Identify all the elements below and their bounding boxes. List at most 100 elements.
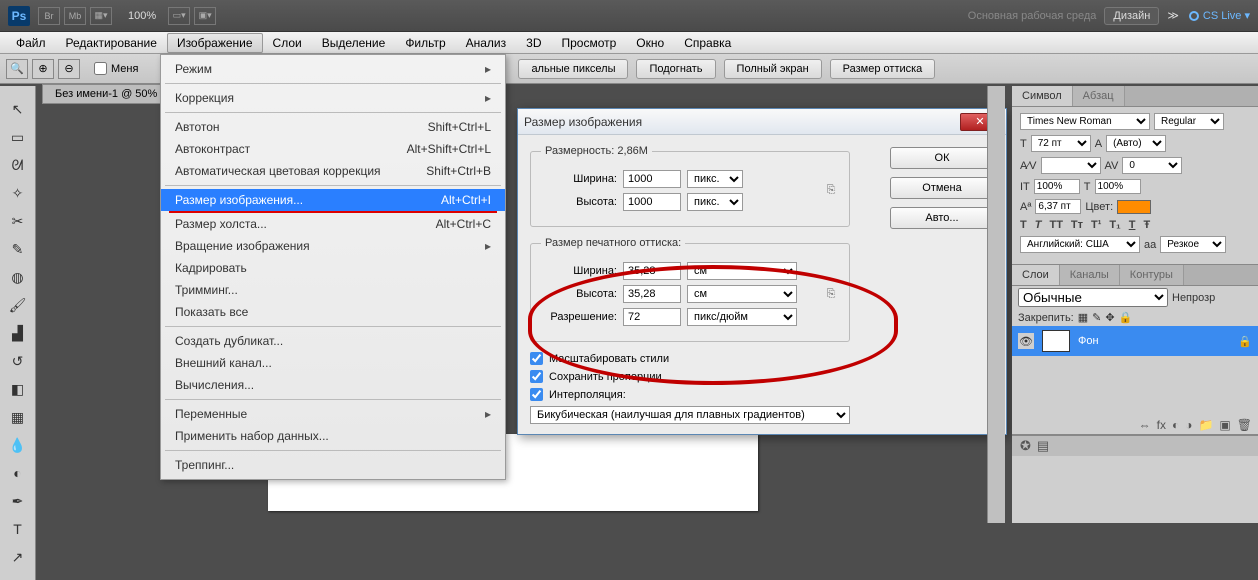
lock-transparent-icon[interactable]: ▦ [1078, 311, 1088, 324]
blur-tool-icon[interactable]: 💧 [5, 434, 31, 456]
layer-thumbnail[interactable] [1042, 330, 1070, 352]
menu-item[interactable]: Автоматическая цветовая коррекцияShift+C… [161, 160, 505, 182]
menu-file[interactable]: Файл [6, 33, 56, 53]
menu-item[interactable]: Создать дубликат... [161, 330, 505, 352]
menu-item[interactable]: Треппинг... [161, 454, 505, 476]
tab-paths[interactable]: Контуры [1120, 265, 1184, 285]
lasso-tool-icon[interactable]: ᘛ [5, 154, 31, 176]
zoom-in-icon[interactable]: ⊕ [32, 59, 54, 79]
menu-item[interactable]: АвтотонShift+Ctrl+L [161, 116, 505, 138]
patch-tool-icon[interactable]: ◍ [5, 266, 31, 288]
eraser-tool-icon[interactable]: ◧ [5, 378, 31, 400]
print-height-input[interactable] [623, 285, 681, 303]
strike-icon[interactable]: Ŧ [1143, 219, 1150, 231]
dodge-tool-icon[interactable]: ◐ [5, 462, 31, 484]
print-size-button[interactable]: Размер оттиска [830, 59, 936, 79]
workspace-more-button[interactable]: ≫ [1167, 9, 1179, 22]
fx-icon[interactable]: fx [1157, 418, 1166, 432]
arrange-button[interactable]: ▭▾ [168, 7, 190, 25]
crop-tool-icon[interactable]: ✂ [5, 210, 31, 232]
menu-item[interactable]: Режим [161, 58, 505, 80]
brush-tool-icon[interactable]: 🖌 [5, 294, 31, 316]
menu-select[interactable]: Выделение [312, 33, 396, 53]
interpolation-select[interactable]: Бикубическая (наилучшая для плавных град… [530, 406, 850, 424]
lock-pixels-icon[interactable]: ✎ [1092, 311, 1101, 324]
menu-item[interactable]: Размер холста...Alt+Ctrl+C [161, 213, 505, 235]
baseline-input[interactable] [1035, 199, 1081, 214]
blend-mode-select[interactable]: Обычные [1018, 288, 1168, 307]
layer-row[interactable]: 👁 Фон 🔒 [1012, 326, 1258, 356]
font-style-select[interactable]: Regular [1154, 113, 1224, 130]
wand-tool-icon[interactable]: ✧ [5, 182, 31, 204]
panel-dock-bar[interactable] [987, 86, 1005, 523]
zoom-out-icon[interactable]: ⊖ [58, 59, 80, 79]
menu-edit[interactable]: Редактирование [56, 33, 167, 53]
lock-all-icon[interactable]: 🔒 [1119, 311, 1133, 324]
menu-item[interactable]: Коррекция [161, 87, 505, 109]
tab-channels[interactable]: Каналы [1060, 265, 1120, 285]
adjustment-icon[interactable]: ◑ [1185, 418, 1192, 432]
tab-character[interactable]: Символ [1012, 86, 1073, 106]
menu-item[interactable]: Кадрировать [161, 257, 505, 279]
dialog-titlebar[interactable]: Размер изображения ✕ [518, 109, 1006, 135]
eyedropper-tool-icon[interactable]: ✎ [5, 238, 31, 260]
marquee-tool-icon[interactable]: ▭ [5, 126, 31, 148]
type-tool-icon[interactable]: T [5, 518, 31, 540]
menu-item[interactable]: Внешний канал... [161, 352, 505, 374]
pen-tool-icon[interactable]: ✒ [5, 490, 31, 512]
menu-item[interactable]: Переменные [161, 403, 505, 425]
underline-icon[interactable]: T [1129, 219, 1136, 231]
allcaps-icon[interactable]: TT [1049, 219, 1062, 231]
cslive-button[interactable]: CS Live ▾ [1203, 9, 1250, 22]
subscript-icon[interactable]: T₁ [1109, 219, 1120, 231]
workspace-design-button[interactable]: Дизайн [1104, 7, 1159, 25]
menu-analysis[interactable]: Анализ [456, 33, 517, 53]
screen-mode-button[interactable]: ▦▾ [90, 7, 112, 25]
new-layer-icon[interactable]: ▣ [1219, 418, 1230, 432]
cancel-button[interactable]: Отмена [890, 177, 994, 199]
tab-layers[interactable]: Слои [1012, 265, 1060, 285]
resize-windows-checkbox[interactable] [94, 62, 107, 75]
font-family-select[interactable]: Times New Roman [1020, 113, 1150, 130]
chain-icon[interactable]: ⎘ [823, 184, 839, 197]
menu-image[interactable]: Изображение [167, 33, 263, 53]
zoom-level[interactable]: 100% [128, 10, 156, 22]
link-layers-icon[interactable]: ⇔ [1139, 418, 1151, 432]
menu-item[interactable]: Тримминг... [161, 279, 505, 301]
leading-select[interactable]: (Авто) [1106, 135, 1166, 152]
menu-filter[interactable]: Фильтр [395, 33, 455, 53]
menu-window[interactable]: Окно [626, 33, 674, 53]
mask-icon[interactable]: ◐ [1172, 418, 1179, 432]
menu-item[interactable]: АвтоконтрастAlt+Shift+Ctrl+L [161, 138, 505, 160]
scale-styles-checkbox[interactable] [530, 352, 543, 365]
vscale-input[interactable] [1034, 179, 1080, 194]
minibridge-button[interactable]: Mb [64, 7, 86, 25]
auto-button[interactable]: Авто... [890, 207, 994, 229]
print-width-input[interactable] [623, 262, 681, 280]
language-select[interactable]: Английский: США [1020, 236, 1140, 253]
menu-help[interactable]: Справка [674, 33, 741, 53]
text-color-swatch[interactable] [1117, 200, 1151, 214]
fit-screen-button[interactable]: Подогнать [636, 59, 715, 79]
kerning-select[interactable] [1041, 157, 1101, 174]
menu-item[interactable]: Вычисления... [161, 374, 505, 396]
full-screen-button[interactable]: Полный экран [724, 59, 822, 79]
menu-item[interactable]: Вращение изображения [161, 235, 505, 257]
font-size-select[interactable]: 72 пт [1031, 135, 1091, 152]
zoom-tool-icon[interactable]: 🔍 [6, 59, 28, 79]
italic-icon[interactable]: T [1035, 219, 1042, 231]
history-brush-tool-icon[interactable]: ↺ [5, 350, 31, 372]
styles-icon[interactable]: ✪ [1020, 438, 1031, 454]
constrain-proportions-checkbox[interactable] [530, 370, 543, 383]
chain-icon[interactable]: ⎘ [823, 288, 839, 301]
menu-layer[interactable]: Слои [263, 33, 312, 53]
interpolation-checkbox[interactable] [530, 388, 543, 401]
resolution-unit-select[interactable]: пикс/дюйм [687, 308, 797, 326]
px-height-input[interactable] [623, 193, 681, 211]
visibility-icon[interactable]: 👁 [1018, 333, 1034, 349]
document-tab[interactable]: Без имени-1 @ 50% [42, 84, 170, 104]
hscale-input[interactable] [1095, 179, 1141, 194]
delete-layer-icon[interactable]: 🗑 [1237, 418, 1252, 432]
smallcaps-icon[interactable]: Tᴛ [1071, 219, 1083, 231]
bridge-button[interactable]: Br [38, 7, 60, 25]
